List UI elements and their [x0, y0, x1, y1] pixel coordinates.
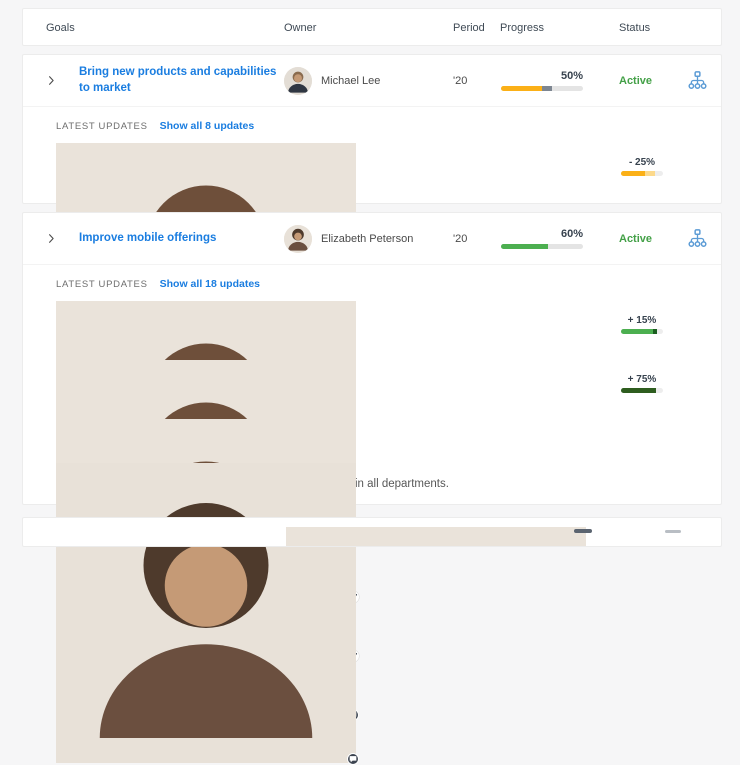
progress-bar-fill — [501, 244, 548, 249]
owner-cell: Elizabeth Peterson — [284, 224, 453, 253]
column-header-goals: Goals — [46, 22, 75, 34]
goal-title-link[interactable]: Bring new products and capabilities to m… — [79, 65, 284, 96]
progress-bar — [501, 244, 583, 249]
period-value: '20 — [453, 232, 468, 245]
owner-cell: Michael Lee — [284, 66, 453, 95]
goal-card: Improve mobile offerings Elizabeth Peter… — [22, 212, 722, 765]
table-header: Goals Owner Period Progress Status — [22, 8, 722, 46]
show-all-updates-link[interactable]: Show all 8 updates — [160, 120, 255, 132]
update-item: Elizabeth Peterson 23 hours ago Like 2 T… — [56, 462, 703, 765]
avatar — [56, 463, 359, 765]
clipped-status-label — [665, 530, 681, 533]
goals-page: Goals Owner Period Progress Status Bring… — [0, 0, 740, 765]
avatar — [284, 224, 312, 253]
progress-cell: 50% — [499, 70, 611, 91]
latest-updates-section: LATEST UPDATES Show all 18 updates Sherr… — [23, 265, 721, 765]
progress-percent: 50% — [560, 70, 583, 82]
latest-updates-label: LATEST UPDATES — [56, 120, 148, 132]
goal-card: Bring new products and capabilities to m… — [22, 54, 722, 445]
comment-bubble-icon — [347, 753, 359, 765]
progress-bar — [501, 86, 583, 91]
update-item: Sherry Watson 20 hours ago Like Our team… — [56, 418, 703, 721]
avatar — [286, 527, 586, 546]
progress-percent: 60% — [560, 228, 583, 240]
expand-chevron-icon[interactable] — [23, 232, 79, 245]
progress-bar-fill — [501, 86, 542, 91]
avatar — [284, 66, 312, 95]
delta-percent: + 75% — [627, 374, 657, 385]
owner-name: Michael Lee — [321, 74, 381, 87]
update-delta: + 15% — [621, 315, 663, 334]
column-header-status: Status — [619, 22, 651, 34]
owner-name: Elizabeth Peterson — [321, 232, 414, 245]
status-badge: Active — [619, 232, 653, 245]
goal-card-partial — [22, 517, 722, 547]
update-item: Sherry Watson 19 hours ago Like updated … — [56, 359, 703, 662]
update-item: Sherry Watson 19 hours ago Like updated … — [56, 300, 703, 603]
column-header-owner: Owner — [284, 22, 317, 34]
expand-chevron-icon[interactable] — [23, 74, 79, 87]
delta-bar — [621, 329, 663, 334]
goal-row: Bring new products and capabilities to m… — [23, 55, 721, 107]
update-item: Sherry Watson 19 hours ago Like updated … — [56, 142, 703, 445]
org-chart-icon[interactable] — [687, 70, 721, 91]
show-all-updates-link[interactable]: Show all 18 updates — [160, 278, 260, 290]
status-badge: Active — [619, 74, 653, 87]
clipped-progress-label — [574, 529, 592, 533]
goal-title-link[interactable]: Improve mobile offerings — [79, 231, 284, 247]
period-value: '20 — [453, 74, 468, 87]
goal-row: Improve mobile offerings Elizabeth Peter… — [23, 213, 721, 265]
progress-bar-marker — [542, 86, 552, 91]
delta-bar — [621, 171, 663, 176]
update-delta: - 25% — [621, 157, 663, 176]
column-header-progress: Progress — [500, 22, 545, 34]
column-header-period: Period — [453, 22, 485, 34]
progress-cell: 60% — [499, 228, 611, 249]
update-delta: + 75% — [621, 374, 663, 393]
delta-bar — [621, 388, 663, 393]
delta-percent: - 25% — [628, 157, 656, 168]
org-chart-icon[interactable] — [687, 228, 721, 249]
latest-updates-label: LATEST UPDATES — [56, 278, 148, 290]
delta-percent: + 15% — [627, 315, 657, 326]
